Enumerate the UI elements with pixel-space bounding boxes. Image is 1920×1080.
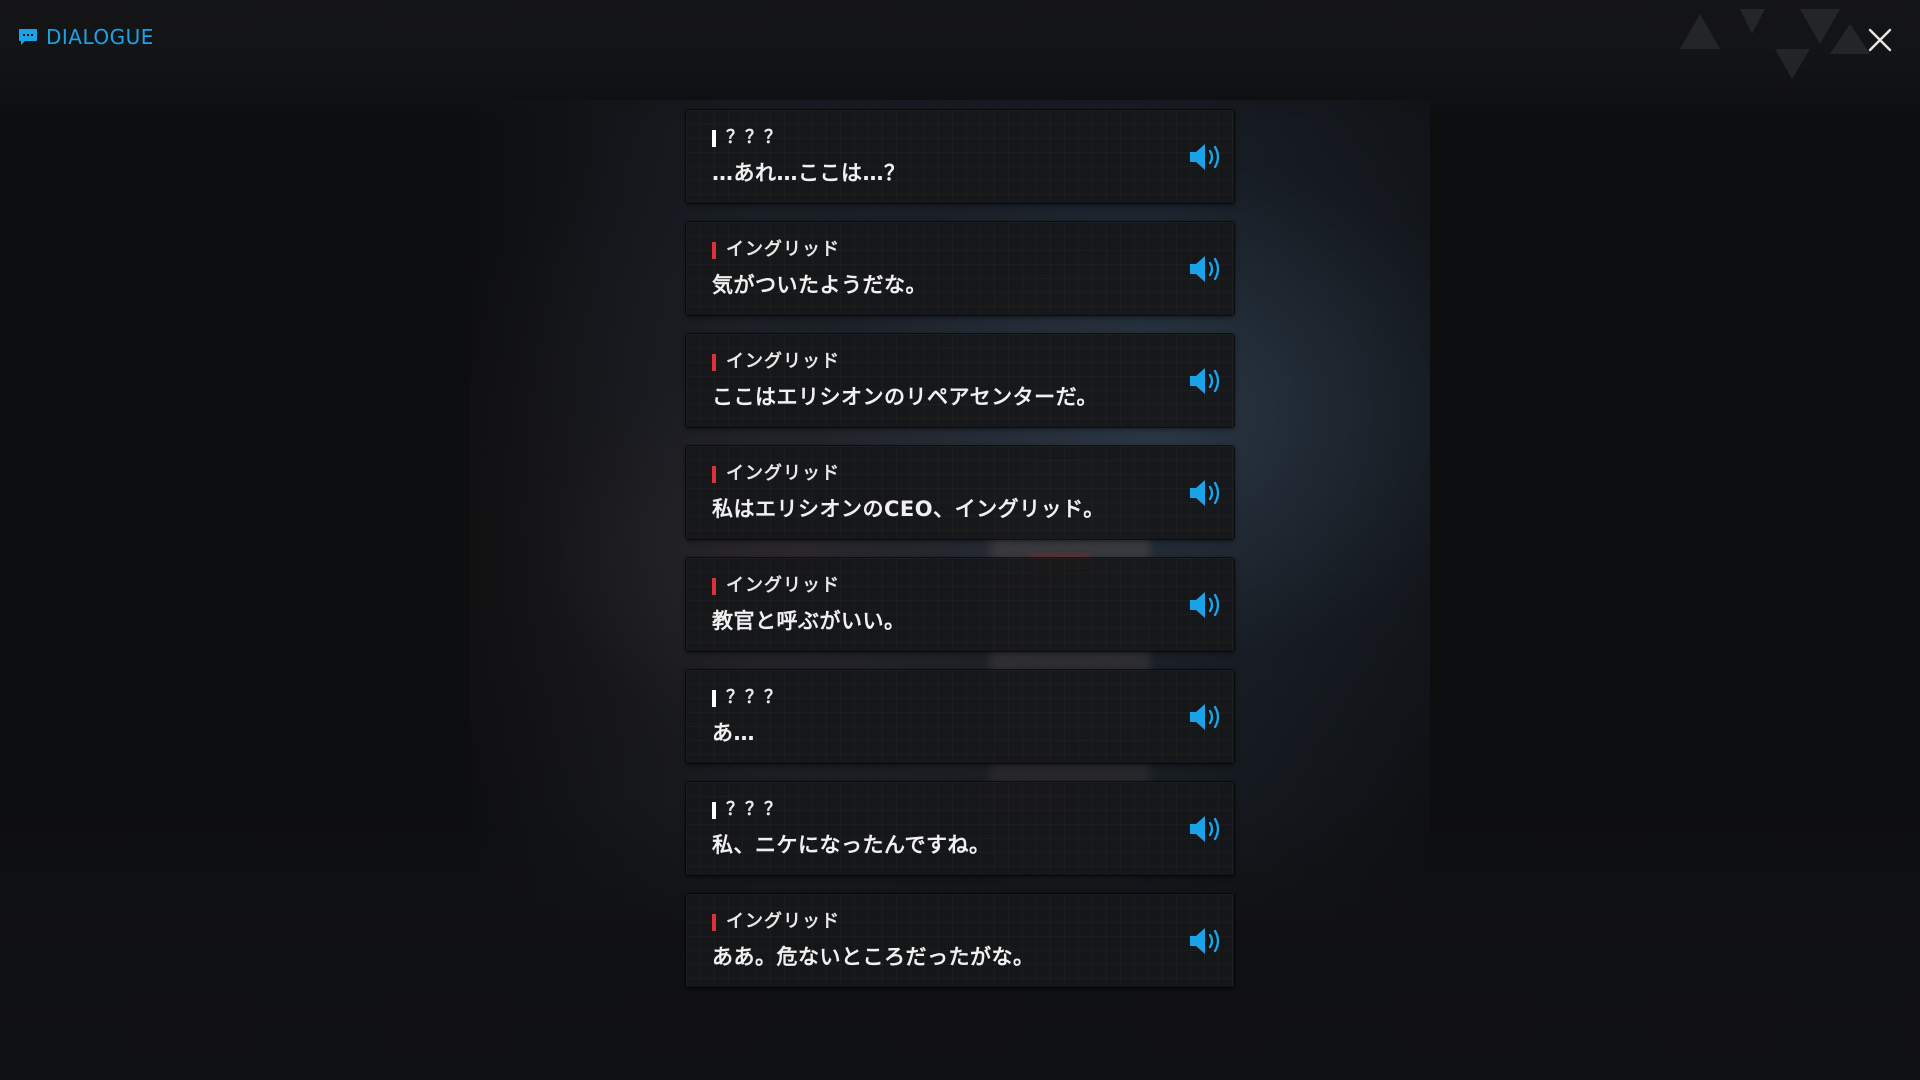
play-voice-button[interactable] [1186, 924, 1224, 958]
title-label: DIALOGUE [46, 25, 154, 49]
play-voice-button[interactable] [1186, 812, 1224, 846]
speaker-icon [1190, 368, 1220, 394]
decorative-triangles [1680, 4, 1880, 88]
screen-title: DIALOGUE [18, 27, 154, 47]
speaker-marker [712, 801, 716, 819]
dialogue-text: 私、ニケになったんですね。 [712, 833, 991, 857]
speaker-row: イングリッド [712, 240, 840, 260]
dialogue-text: ここはエリシオンのリペアセンターだ。 [712, 385, 1098, 409]
dialogue-text: 私はエリシオンのCEO、イングリッド。 [712, 497, 1105, 521]
speaker-marker [712, 353, 716, 371]
dialogue-text: ああ。危ないところだったがな。 [712, 945, 1035, 969]
speaker-icon [1190, 480, 1220, 506]
dialogue-list[interactable]: ？？？ …あれ…ここは…？ イングリッド 気がついたようだな。 イングリッド こ… [686, 110, 1234, 1006]
dialogue-entry: イングリッド 私はエリシオンのCEO、イングリッド。 [686, 446, 1234, 539]
speaker-marker [712, 129, 716, 147]
speaker-row: イングリッド [712, 464, 840, 484]
dialogue-log-screen: DIALOGUE ？？？ …あれ…ここは…？ イングリッド 気がついたようだな。… [0, 0, 1920, 1080]
top-bar [0, 0, 1920, 120]
play-voice-button[interactable] [1186, 700, 1224, 734]
speaker-row: イングリッド [712, 912, 840, 932]
speaker-marker [712, 465, 716, 483]
play-voice-button[interactable] [1186, 252, 1224, 286]
speaker-row: イングリッド [712, 352, 840, 372]
speaker-name: イングリッド [726, 575, 840, 596]
close-icon [1868, 28, 1892, 52]
speaker-name: ？？？ [726, 799, 783, 820]
dialogue-entry: ？？？ あ… [686, 670, 1234, 763]
dialogue-entry: ？？？ 私、ニケになったんですね。 [686, 782, 1234, 875]
speaker-name: ？？？ [726, 687, 783, 708]
close-button[interactable] [1862, 22, 1898, 58]
dialogue-text: あ… [712, 721, 755, 745]
chat-bubble-icon [18, 28, 38, 46]
play-voice-button[interactable] [1186, 140, 1224, 174]
speaker-icon [1190, 704, 1220, 730]
speaker-icon [1190, 592, 1220, 618]
speaker-marker [712, 913, 716, 931]
speaker-name: イングリッド [726, 351, 840, 372]
dialogue-entry: イングリッド 気がついたようだな。 [686, 222, 1234, 315]
dialogue-entry: イングリッド ああ。危ないところだったがな。 [686, 894, 1234, 987]
speaker-marker [712, 241, 716, 259]
speaker-name: イングリッド [726, 239, 840, 260]
speaker-row: イングリッド [712, 576, 840, 596]
speaker-marker [712, 689, 716, 707]
speaker-name: イングリッド [726, 463, 840, 484]
play-voice-button[interactable] [1186, 364, 1224, 398]
speaker-row: ？？？ [712, 800, 783, 820]
speaker-name: イングリッド [726, 911, 840, 932]
speaker-row: ？？？ [712, 688, 783, 708]
speaker-name: ？？？ [726, 127, 783, 148]
dialogue-text: 気がついたようだな。 [712, 273, 927, 297]
play-voice-button[interactable] [1186, 476, 1224, 510]
dialogue-text: 教官と呼ぶがいい。 [712, 609, 906, 633]
speaker-icon [1190, 256, 1220, 282]
play-voice-button[interactable] [1186, 588, 1224, 622]
dialogue-entry: イングリッド 教官と呼ぶがいい。 [686, 558, 1234, 651]
speaker-icon [1190, 816, 1220, 842]
dialogue-entry: イングリッド ここはエリシオンのリペアセンターだ。 [686, 334, 1234, 427]
speaker-marker [712, 577, 716, 595]
dialogue-text: …あれ…ここは…？ [712, 161, 906, 185]
speaker-icon [1190, 144, 1220, 170]
dialogue-entry: ？？？ …あれ…ここは…？ [686, 110, 1234, 203]
speaker-row: ？？？ [712, 128, 783, 148]
speaker-icon [1190, 928, 1220, 954]
